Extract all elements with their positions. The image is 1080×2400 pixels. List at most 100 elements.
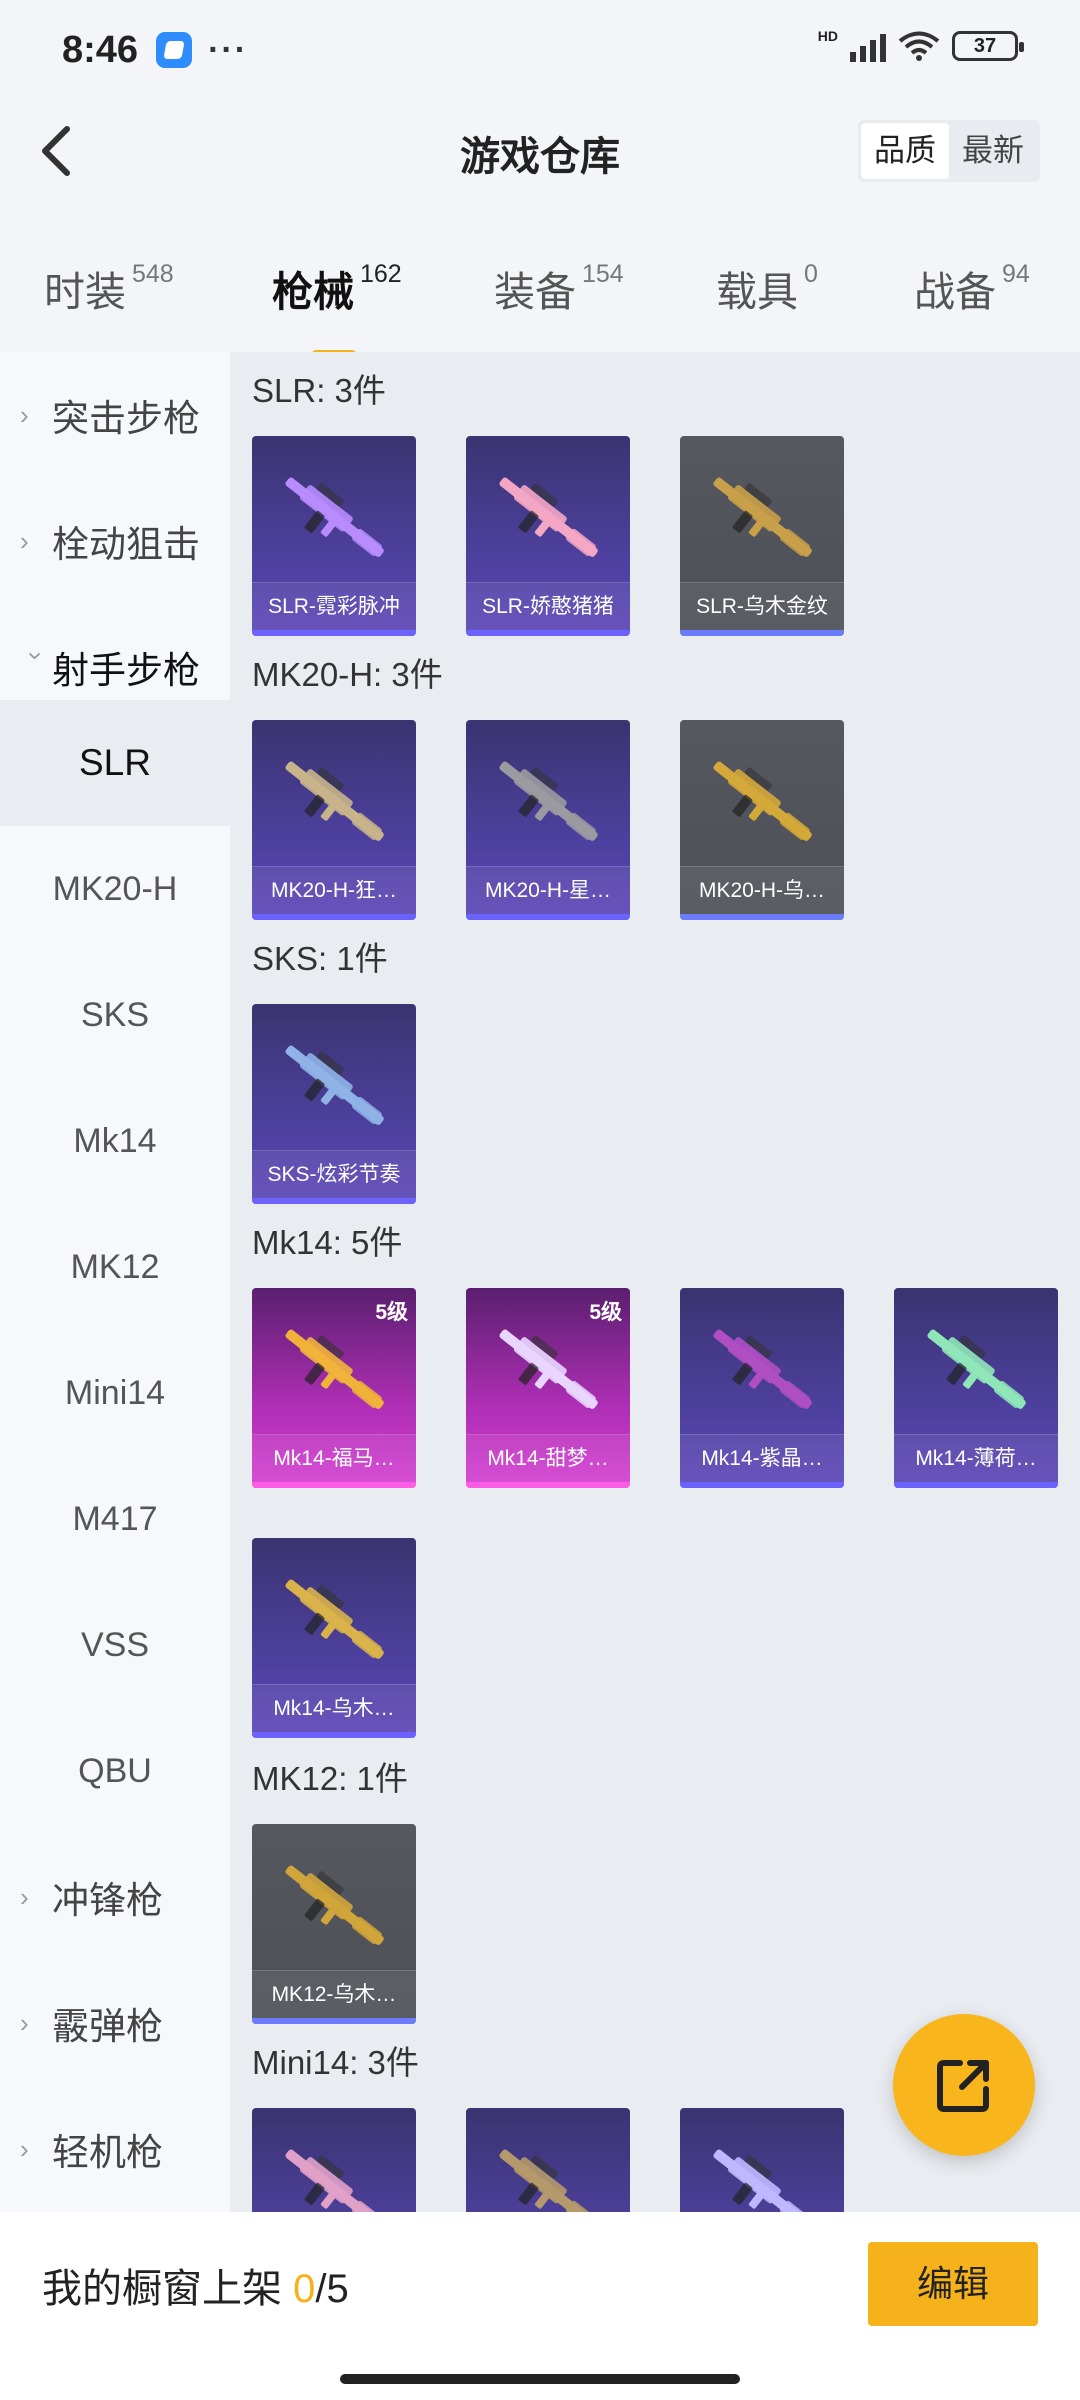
rarity-bar [466, 630, 630, 636]
tab-count: 548 [132, 260, 174, 288]
weapon-card[interactable]: MK12-乌木… [252, 1824, 416, 2024]
rarity-bar [252, 1732, 416, 1738]
weapon-card[interactable] [680, 2108, 844, 2212]
weapon-card[interactable]: 5级 Mk14-甜梦… [466, 1288, 630, 1488]
tab-equipment[interactable]: 装备 154 [494, 258, 624, 318]
sidebar-item-slr[interactable]: SLR [0, 700, 230, 826]
weapon-card[interactable] [466, 2108, 630, 2212]
tab-label: 装备 [494, 269, 576, 315]
rarity-bar [680, 630, 844, 636]
weapon-name: MK12-乌木… [252, 1970, 416, 2018]
weapon-image [713, 2149, 812, 2212]
chevron-right-icon: › [20, 2133, 29, 2164]
sidebar-item-m417[interactable]: M417 [0, 1456, 230, 1582]
sidebar-item-vss[interactable]: VSS [0, 1582, 230, 1708]
weapon-image [285, 761, 384, 841]
weapon-image [499, 477, 598, 557]
weapon-card[interactable]: SLR-乌木金纹 [680, 436, 844, 636]
tab-label: 枪械 [272, 269, 354, 315]
showcase-bar: 我的橱窗上架 0/5 编辑 [0, 2212, 1080, 2400]
tab-count: 154 [582, 260, 624, 288]
rarity-bar [252, 914, 416, 920]
tab-label: 时装 [44, 269, 126, 315]
app-notification-icon [156, 32, 193, 68]
weapon-card[interactable]: MK20-H-星… [466, 720, 630, 920]
category-tabs: 时装 548 枪械 162 装备 154 载具 0 战备 94 [0, 228, 1080, 358]
battery-level: 37 [973, 34, 997, 57]
tab-count: 94 [1002, 260, 1030, 288]
weapon-image [713, 761, 812, 841]
weapon-type-sidebar: › 突击步枪 › 栓动狙击 › 射手步枪 SLR MK20-H SKS Mk14… [0, 352, 230, 2212]
sidebar-item-qbu[interactable]: QBU [0, 1708, 230, 1834]
chevron-down-icon: › [21, 651, 52, 660]
showcase-status: 我的橱窗上架 0/5 [42, 2256, 349, 2314]
sidebar-category-smg[interactable]: › 冲锋枪 [0, 1834, 230, 1960]
sidebar-category-lmg[interactable]: › 轻机枪 [0, 2086, 230, 2212]
hd-label: HD [817, 28, 838, 44]
weapon-card[interactable]: 5级 Mk14-福马… [252, 1288, 416, 1488]
chevron-right-icon: › [20, 399, 29, 430]
tab-vehicles[interactable]: 载具 0 [716, 258, 818, 318]
tab-weapons[interactable]: 枪械 162 [272, 258, 402, 358]
wifi-icon [898, 31, 940, 61]
tab-label: 载具 [716, 269, 798, 315]
weapon-image [499, 1329, 598, 1409]
sidebar-item-mk20h[interactable]: MK20-H [0, 826, 230, 952]
rarity-bar [252, 1482, 416, 1488]
weapon-name: MK20-H-乌… [680, 866, 844, 914]
sidebar-category-assault-rifle[interactable]: › 突击步枪 [0, 352, 230, 478]
sort-latest-button[interactable]: 最新 [949, 123, 1037, 179]
sort-toggle: 品质 最新 [858, 120, 1040, 182]
share-fab-button[interactable] [893, 2014, 1035, 2156]
weapon-grid: SLR: 3件 SLR-霓彩脉冲 SLR-娇憨猪猪 SLR-乌木金纹 MK20-H: 3… [230, 352, 1080, 2212]
rarity-bar [466, 1482, 630, 1488]
edit-button[interactable]: 编辑 [868, 2242, 1038, 2326]
weapon-name: Mk14-薄荷… [894, 1434, 1058, 1482]
section-title: Mini14: 3件 [252, 2044, 419, 2081]
weapon-card[interactable]: MK20-H-狂… [252, 720, 416, 920]
section-title: Mk14: 5件 [252, 1224, 403, 1261]
battery-icon: 37 [952, 31, 1024, 61]
weapon-name: Mk14-紫晶… [680, 1434, 844, 1482]
weapon-card[interactable]: Mk14-紫晶… [680, 1288, 844, 1488]
weapon-image [927, 1329, 1026, 1409]
chevron-right-icon: › [20, 1881, 29, 1912]
tab-count: 162 [360, 260, 402, 288]
rarity-bar [252, 630, 416, 636]
weapon-name: Mk14-甜梦… [466, 1434, 630, 1482]
tab-supplies[interactable]: 战备 94 [914, 258, 1030, 318]
sidebar-category-shotgun[interactable]: › 霰弹枪 [0, 1960, 230, 2086]
home-indicator[interactable] [340, 2374, 740, 2384]
weapon-card[interactable]: SLR-娇憨猪猪 [466, 436, 630, 636]
weapon-card[interactable]: SLR-霓彩脉冲 [252, 436, 416, 636]
signal-icon [850, 30, 886, 62]
weapon-card[interactable] [252, 2108, 416, 2212]
sidebar-item-mk12[interactable]: MK12 [0, 1204, 230, 1330]
weapon-card[interactable]: Mk14-薄荷… [894, 1288, 1058, 1488]
weapon-card[interactable]: Mk14-乌木… [252, 1538, 416, 1738]
weapon-name: SKS-炫彩节奏 [252, 1150, 416, 1198]
weapon-image [285, 1329, 384, 1409]
sidebar-item-mk14[interactable]: Mk14 [0, 1078, 230, 1204]
sidebar-item-label: 冲锋枪 [52, 1880, 163, 1921]
sidebar-category-bolt-sniper[interactable]: › 栓动狙击 [0, 478, 230, 604]
sidebar-item-label: 霰弹枪 [52, 2006, 163, 2047]
sidebar-item-label: 突击步枪 [52, 398, 200, 439]
tab-count: 0 [804, 260, 818, 288]
weapon-card[interactable]: MK20-H-乌… [680, 720, 844, 920]
weapon-image [499, 761, 598, 841]
weapon-name: Mk14-福马… [252, 1434, 416, 1482]
weapon-image [285, 2149, 384, 2212]
tab-fashion[interactable]: 时装 548 [44, 258, 174, 318]
rarity-bar [680, 914, 844, 920]
sidebar-item-label: 射手步枪 [52, 650, 200, 691]
weapon-name: Mk14-乌木… [252, 1684, 416, 1732]
weapon-card[interactable]: SKS-炫彩节奏 [252, 1004, 416, 1204]
sidebar-item-sks[interactable]: SKS [0, 952, 230, 1078]
sidebar-item-mini14[interactable]: Mini14 [0, 1330, 230, 1456]
more-notifications-icon: ··· [208, 30, 249, 69]
app-header: 游戏仓库 品质 最新 [0, 100, 1080, 204]
sort-quality-button[interactable]: 品质 [861, 123, 949, 179]
weapon-name: SLR-娇憨猪猪 [466, 582, 630, 630]
weapon-image [285, 1045, 384, 1125]
